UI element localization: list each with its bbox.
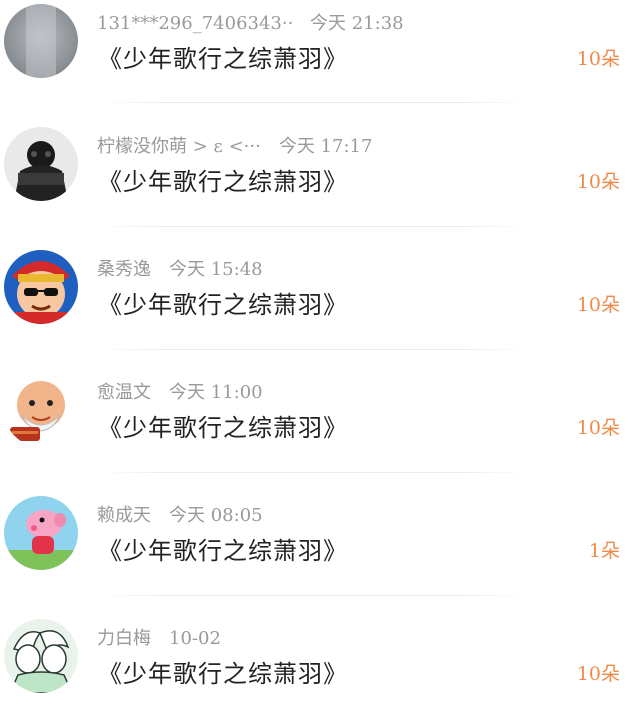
gift-book-title: 《少年歌行之综萧羽》	[98, 168, 348, 196]
avatar-cartoon-god-of-wealth-icon	[4, 250, 78, 324]
item-meta: 柠檬没你萌 > ε <··· 今天 17:17	[97, 133, 372, 161]
divider	[98, 595, 528, 596]
list-item[interactable]: 桑秀逸 今天 15:48 《少年歌行之综萧羽》 10朵	[0, 246, 640, 369]
avatar-gray-image-icon	[4, 4, 78, 78]
flower-count: 10朵	[576, 417, 620, 439]
user-name[interactable]: 桑秀逸	[97, 256, 151, 284]
user-name[interactable]: 力白梅	[97, 625, 151, 653]
avatar-cartoon-old-man-icon	[4, 373, 78, 447]
avatar-cartoon-pig-icon	[4, 496, 78, 570]
timestamp: 10-02	[169, 628, 221, 649]
avatar[interactable]	[4, 496, 78, 570]
gift-record-list: 131***296_7406343··· 今天 21:38 《少年歌行之综萧羽》 …	[0, 0, 640, 712]
divider	[98, 349, 528, 350]
user-name[interactable]: 柠檬没你萌 > ε <···	[97, 133, 261, 161]
item-meta: 桑秀逸 今天 15:48	[97, 256, 263, 284]
divider	[98, 226, 528, 227]
list-item[interactable]: 力白梅 10-02 《少年歌行之综萧羽》 10朵	[0, 615, 640, 712]
gift-book-title: 《少年歌行之综萧羽》	[98, 537, 348, 565]
divider	[98, 102, 528, 103]
flower-count: 10朵	[576, 663, 620, 685]
item-meta: 愈温文 今天 11:00	[97, 379, 263, 407]
timestamp: 今天 15:48	[169, 259, 263, 280]
avatar-anime-sketch-icon	[4, 619, 78, 693]
item-meta: 力白梅 10-02	[97, 625, 221, 653]
timestamp: 今天 11:00	[169, 382, 263, 403]
flower-count: 10朵	[576, 294, 620, 316]
avatar[interactable]	[4, 373, 78, 447]
user-name[interactable]: 131***296_7406343···	[97, 10, 292, 38]
timestamp: 今天 21:38	[310, 13, 404, 34]
timestamp: 今天 17:17	[278, 136, 373, 157]
avatar[interactable]	[4, 4, 78, 78]
timestamp: 今天 08:05	[169, 505, 263, 526]
gift-book-title: 《少年歌行之综萧羽》	[98, 291, 348, 319]
flower-count: 10朵	[576, 171, 620, 193]
list-item[interactable]: 赖成天 今天 08:05 《少年歌行之综萧羽》 1朵	[0, 492, 640, 615]
flower-count: 1朵	[588, 540, 620, 562]
item-meta: 131***296_7406343··· 今天 21:38	[97, 10, 404, 38]
user-name[interactable]: 赖成天	[97, 502, 151, 530]
divider	[98, 472, 528, 473]
item-meta: 赖成天 今天 08:05	[97, 502, 263, 530]
gift-book-title: 《少年歌行之综萧羽》	[98, 660, 348, 688]
avatar-dark-photo-icon	[4, 127, 78, 201]
avatar[interactable]	[4, 127, 78, 201]
avatar[interactable]	[4, 250, 78, 324]
gift-book-title: 《少年歌行之综萧羽》	[98, 45, 348, 73]
avatar[interactable]	[4, 619, 78, 693]
list-item[interactable]: 愈温文 今天 11:00 《少年歌行之综萧羽》 10朵	[0, 369, 640, 492]
flower-count: 10朵	[576, 48, 620, 70]
gift-book-title: 《少年歌行之综萧羽》	[98, 414, 348, 442]
list-item[interactable]: 131***296_7406343··· 今天 21:38 《少年歌行之综萧羽》 …	[0, 0, 640, 123]
user-name[interactable]: 愈温文	[97, 379, 151, 407]
list-item[interactable]: 柠檬没你萌 > ε <··· 今天 17:17 《少年歌行之综萧羽》 10朵	[0, 123, 640, 246]
